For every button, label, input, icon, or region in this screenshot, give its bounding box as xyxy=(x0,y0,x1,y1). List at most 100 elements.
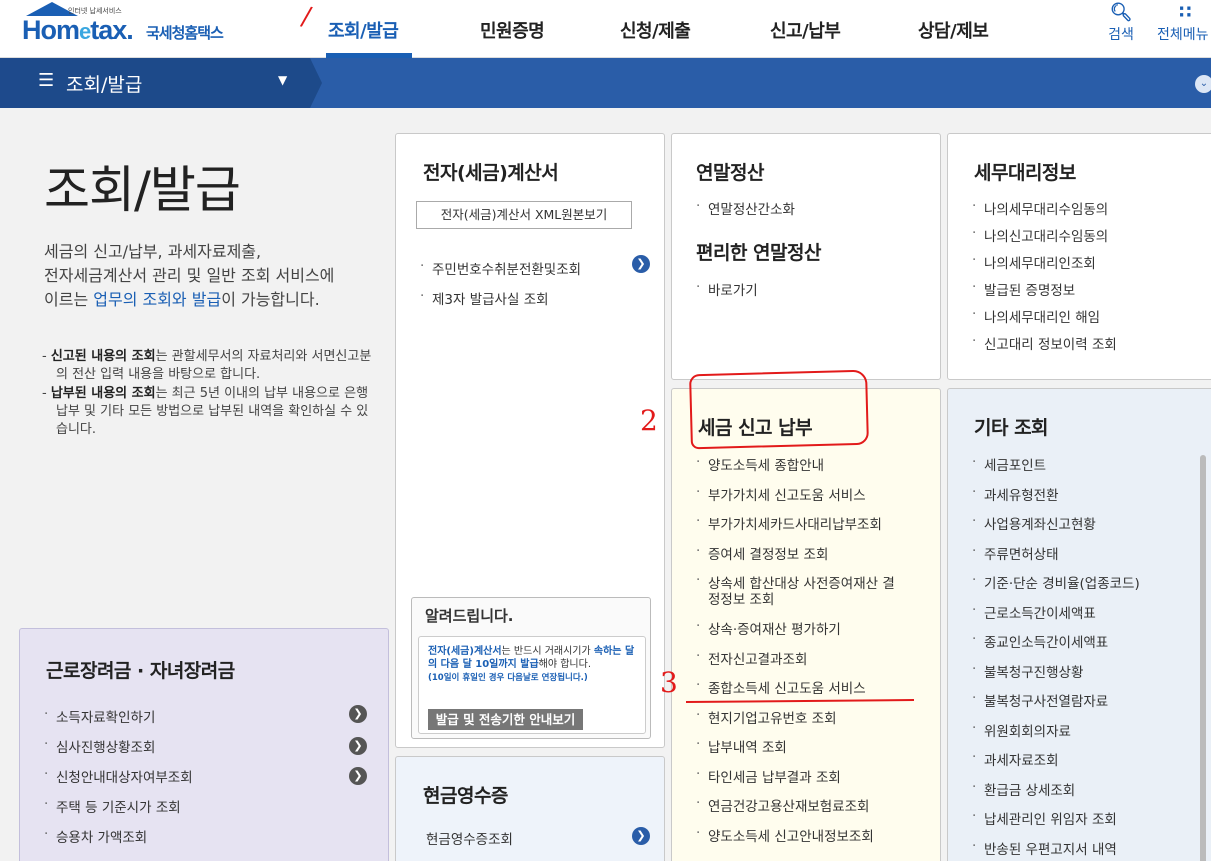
subnav-edge xyxy=(0,58,20,108)
subnav-dropdown[interactable]: ☰ 조회/발급 ▼ xyxy=(20,58,310,108)
go-arrow-icon[interactable]: ❯ xyxy=(349,737,367,755)
tax-item-vat-card[interactable]: 부가가치세카드사대리납부조회 xyxy=(696,513,895,543)
hometax-logo[interactable]: 인터넷 납세서비스 Hometax. 국세청홈택스 xyxy=(18,2,258,52)
hamburger-icon: ☰ xyxy=(38,70,55,91)
other-item-4[interactable]: 기준·단순 경비율(업종코드) xyxy=(972,572,1140,602)
other-item-0[interactable]: 세금포인트 xyxy=(972,454,1140,484)
tax-item-e-filing[interactable]: 전자신고결과조회 xyxy=(696,648,895,678)
nav-consult[interactable]: 상담/제보 xyxy=(918,17,989,43)
tax-item-capital-gains[interactable]: 양도소득세 종합안내 xyxy=(696,454,895,484)
earned-item-4[interactable]: 승용차 가액조회 xyxy=(44,826,193,856)
tax-report-list: 양도소득세 종합안내 부가가치세 신고도움 서비스 부가가치세카드사대리납부조회… xyxy=(696,454,895,854)
other-inquiry-card: 기타 조회 세금포인트 과세유형전환 사업용계좌신고현황 주류면허상태 기준·단… xyxy=(947,388,1211,861)
deadline-guide-button[interactable]: 발급 및 전송기한 안내보기 xyxy=(428,709,583,730)
page-title: 조회/발급 xyxy=(44,161,241,219)
agent-item-0[interactable]: 나의세무대리수임동의 xyxy=(972,198,1117,225)
subnav-label: 조회/발급 xyxy=(66,74,143,96)
agent-item-3[interactable]: 발급된 증명정보 xyxy=(972,279,1117,306)
notes: - 신고된 내용의 조회는 관할세무서의 자료처리와 서면신고분의 전산 입력 … xyxy=(42,348,372,440)
notice-text: 전자(세금)계산서는 반드시 거래시기가 속하는 달의 다음 달 10일까지 발… xyxy=(428,645,643,685)
other-item-1[interactable]: 과세유형전환 xyxy=(972,484,1140,514)
other-item-3[interactable]: 주류면허상태 xyxy=(972,543,1140,573)
xml-original-button[interactable]: 전자(세금)계산서 XML원본보기 xyxy=(416,201,632,229)
other-item-6[interactable]: 종교인소득간이세액표 xyxy=(972,631,1140,661)
agent-list: 나의세무대리수임동의 나의신고대리수임동의 나의세무대리인조회 발급된 증명정보… xyxy=(972,198,1117,360)
scrollbar[interactable] xyxy=(1200,455,1206,861)
cash-item-inquiry[interactable]: 현금영수증조회 xyxy=(426,828,513,848)
other-item-12[interactable]: 납세관리인 위임자 조회 xyxy=(972,808,1140,838)
desc-3b: 업무의 조회와 발급 xyxy=(93,290,222,309)
agent-item-5[interactable]: 신고대리 정보이력 조회 xyxy=(972,333,1117,360)
go-arrow-icon[interactable]: ❯ xyxy=(632,255,650,273)
tax-item-local-id[interactable]: 현지기업고유번호 조회 xyxy=(696,707,895,737)
other-item-8[interactable]: 불복청구사전열람자료 xyxy=(972,690,1140,720)
logo-tax: tax. xyxy=(90,15,134,45)
notice-box: 알려드립니다. 전자(세금)계산서는 반드시 거래시기가 속하는 달의 다음 달… xyxy=(411,597,651,739)
logo-korean: 국세청홈택스 xyxy=(146,24,224,42)
annotation-circle xyxy=(689,369,869,450)
all-menu-button[interactable]: ∷ 전체메뉴 xyxy=(1157,2,1211,44)
tax-item-inheritance-cont[interactable]: 정정보 조회 xyxy=(696,588,895,618)
yearend-title: 연말정산 xyxy=(696,162,764,184)
tax-item-payment-history[interactable]: 납부내역 조회 xyxy=(696,736,895,766)
yearend-card: 연말정산 연말정산간소화 편리한 연말정산 바로가기 xyxy=(671,133,941,380)
nav-certificate[interactable]: 민원증명 xyxy=(480,17,545,43)
note-2: - 납부된 내용의 조회는 최근 5년 이내의 납부 내용으로 은행 납부 및 … xyxy=(42,386,369,437)
earned-item-2[interactable]: 신청안내대상자여부조회 xyxy=(44,766,193,796)
etax-item-conversion[interactable]: 주민번호수취분전환및조회 xyxy=(420,258,581,288)
breadcrumb-arrow xyxy=(310,58,322,108)
earned-item-1[interactable]: 심사진행상황조회 xyxy=(44,736,193,766)
tax-item-others-payment[interactable]: 타인세금 납부결과 조회 xyxy=(696,766,895,796)
tax-item-insurance[interactable]: 연금건강고용산재보험료조회 xyxy=(696,795,895,825)
desc-line-3: 이르는 업무의 조회와 발급이 가능합니다. xyxy=(44,288,384,312)
notice-line-d: 해야 합니다. xyxy=(538,659,592,670)
search-button[interactable]: 🔍︎ 검색 xyxy=(1103,2,1139,44)
notice-line-e: (10일이 휴일인 경우 다음날로 연장됩니다.) xyxy=(428,673,588,683)
other-item-10[interactable]: 과세자료조회 xyxy=(972,749,1140,779)
other-item-13[interactable]: 반송된 우편고지서 내역 xyxy=(972,838,1140,861)
other-item-11[interactable]: 환급금 상세조회 xyxy=(972,779,1140,809)
tax-item-valuation[interactable]: 상속·증여재산 평가하기 xyxy=(696,618,895,648)
earned-item-0[interactable]: 소득자료확인하기 xyxy=(44,706,193,736)
yearend-item-shortcut[interactable]: 바로가기 xyxy=(696,279,758,299)
nav-report-pay[interactable]: 신고/납부 xyxy=(770,17,841,43)
chevron-down-icon[interactable]: ⌄ xyxy=(1195,75,1211,93)
note-1-bold: 신고된 내용의 조회 xyxy=(50,349,156,364)
caret-down-icon: ▼ xyxy=(278,73,288,87)
go-arrow-icon[interactable]: ❯ xyxy=(349,767,367,785)
desc-line-1: 세금의 신고/납부, 과세자료제출, xyxy=(44,242,262,261)
notice-title: 알려드립니다. xyxy=(425,607,514,625)
other-item-2[interactable]: 사업용계좌신고현황 xyxy=(972,513,1140,543)
etax-item-third-party[interactable]: 제3자 발급사실 조회 xyxy=(420,288,581,308)
other-item-5[interactable]: 근로소득간이세액표 xyxy=(972,602,1140,632)
agent-item-2[interactable]: 나의세무대리인조회 xyxy=(972,252,1117,279)
logo-hom: Hom xyxy=(22,15,80,45)
sub-nav-bar: ☰ 조회/발급 ▼ ⌄ xyxy=(0,58,1211,108)
other-item-9[interactable]: 위원회회의자료 xyxy=(972,720,1140,750)
logo-e: e xyxy=(79,19,91,44)
desc-3a: 이르는 xyxy=(44,290,94,309)
tax-item-capital-gains-info[interactable]: 양도소득세 신고안내정보조회 xyxy=(696,825,895,855)
yearend-title-2: 편리한 연말정산 xyxy=(696,242,821,264)
agent-item-1[interactable]: 나의신고대리수임동의 xyxy=(972,225,1117,252)
earned-income-card: 근로장려금 · 자녀장려금 소득자료확인하기 심사진행상황조회 신청안내대상자여… xyxy=(19,628,389,861)
agent-item-4[interactable]: 나의세무대리인 해임 xyxy=(972,306,1117,333)
agent-title: 세무대리정보 xyxy=(974,162,1076,184)
tax-item-vat-help[interactable]: 부가가치세 신고도움 서비스 xyxy=(696,484,895,514)
annotation-2: 2 xyxy=(640,404,658,437)
other-item-7[interactable]: 불복청구진행상황 xyxy=(972,661,1140,691)
go-arrow-icon[interactable]: ❯ xyxy=(632,827,650,845)
earned-item-3[interactable]: 주택 등 기준시가 조회 xyxy=(44,796,193,826)
grid-menu-icon: ∷ xyxy=(1179,2,1192,23)
yearend-item-simplified[interactable]: 연말정산간소화 xyxy=(696,198,795,218)
nav-inquiry[interactable]: 조회/발급 xyxy=(328,17,399,43)
etax-list: 주민번호수취분전환및조회 제3자 발급사실 조회 xyxy=(420,258,581,308)
other-title: 기타 조회 xyxy=(974,417,1049,439)
search-label: 검색 xyxy=(1108,27,1134,43)
cash-receipt-card: 현금영수증 현금영수증조회 ❯ xyxy=(395,756,665,861)
note-2-bold: 납부된 내용의 조회 xyxy=(50,386,156,401)
tax-item-gift[interactable]: 증여세 결정정보 조회 xyxy=(696,543,895,573)
nav-apply[interactable]: 신청/제출 xyxy=(620,17,691,43)
go-arrow-icon[interactable]: ❯ xyxy=(349,705,367,723)
tax-item-inheritance[interactable]: 상속세 합산대상 사전증여재산 결 xyxy=(696,572,895,592)
